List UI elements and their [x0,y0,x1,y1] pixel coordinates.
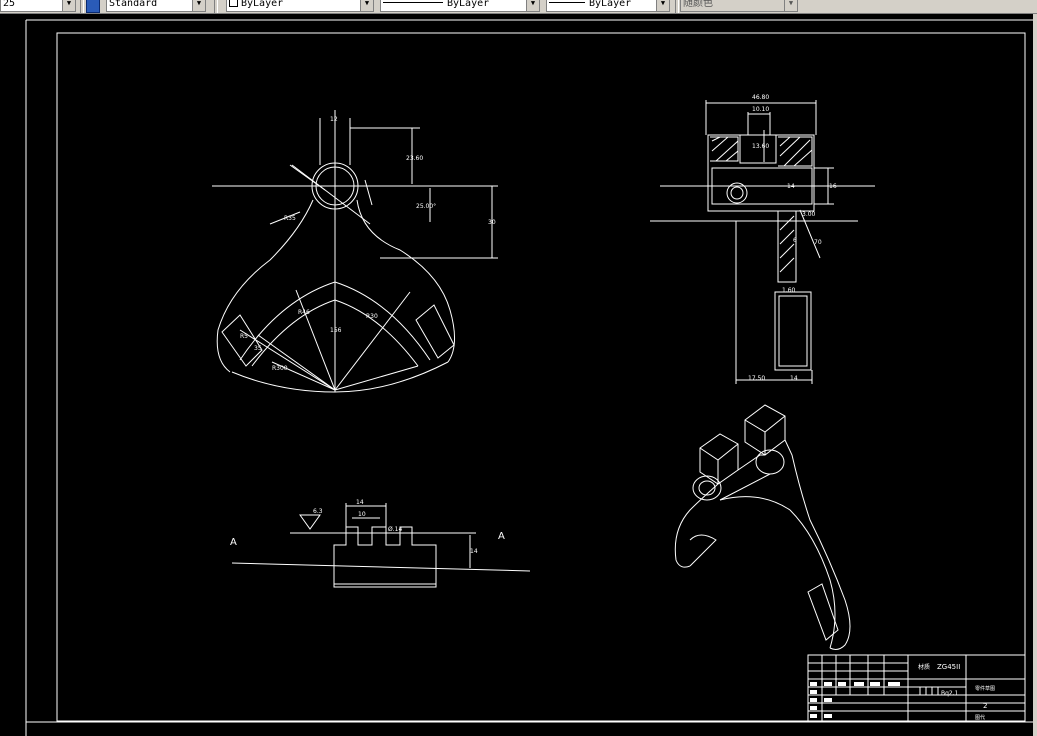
section-label-right: A [498,531,505,542]
border-frame [56,32,1026,722]
linetype-value: ByLayer [447,0,490,9]
dim-right-height: 16 [829,183,837,190]
lineweight-value: ByLayer [589,0,632,9]
vertical-scrollbar[interactable] [1033,14,1037,736]
material-label: 材质 [918,663,930,671]
dim-width-top: 12 [330,116,338,123]
dim-1-60: 1.60 [782,287,796,294]
chevron-down-icon[interactable]: ▼ [192,0,205,11]
linetype-sample-icon [383,2,443,3]
sheet-count: 2 [983,702,987,710]
properties-toolbar: 25 ▼ Standard ▼ ByLayer ▼ ByLayer ▼ ByLa… [0,0,1037,14]
plot-style-value: 随颜色 [683,0,713,9]
lineweight-sample-icon [549,2,585,3]
drawing-name: 零件草图 [975,685,995,692]
chevron-down-icon[interactable]: ▼ [62,0,75,11]
dim-156: 156 [330,327,342,334]
dim-shaft: 3.00 [802,211,816,218]
color-dropdown[interactable]: ByLayer ▼ [226,0,374,12]
dim-small-6: 6 [793,237,797,244]
section-dim-height: 14 [470,548,478,555]
lineweight-dropdown[interactable]: ByLayer ▼ [546,0,670,12]
text-style-icon[interactable] [86,0,100,13]
dim-slot-depth: 13.60 [752,143,769,150]
linetype-dropdown[interactable]: ByLayer ▼ [380,0,540,12]
dim-overall: 46.80 [752,94,769,101]
chevron-down-icon[interactable]: ▼ [526,0,539,11]
dim-r46: R46 [298,309,310,316]
dim-scale-value: 25 [3,0,16,9]
chevron-down-icon[interactable]: ▼ [784,0,797,11]
dim-bottom-left: 17.50 [748,375,765,382]
section-dim-width: 14 [356,499,364,506]
dim-height-right: 30 [488,219,496,226]
drawing-canvas[interactable]: 12 23.60 25.00° R35 30 R46 R30 156 R5 R3… [0,14,1037,736]
roughness-value: 6.3 [313,508,323,515]
text-style-dropdown[interactable]: Standard ▼ [106,0,206,12]
dim-r35: R35 [284,215,296,222]
dim-r30: R30 [366,313,378,320]
color-value: ByLayer [241,0,284,9]
isometric-view [674,404,851,650]
material-value: ZG45II [937,663,960,671]
toolbar-separator [214,0,218,13]
dim-70: 70 [814,239,822,246]
dim-angle: 25.00° [416,203,436,210]
section-label-left: A [230,537,237,548]
dim-scale-dropdown[interactable]: 25 ▼ [0,0,76,12]
chevron-down-icon[interactable]: ▼ [360,0,373,11]
dim-r300: R300 [272,365,288,372]
toolbar-separator [675,0,679,13]
chevron-down-icon[interactable]: ▼ [656,0,669,11]
color-swatch-icon [229,0,238,7]
section-dim-phi: Ø.14 [388,526,402,533]
dim-small: 35 [254,345,262,352]
dim-r5: R5 [240,333,248,340]
designation: 图代 [975,714,985,721]
scale-value: Bq2.1 [941,690,959,697]
dim-slot-width: 10.10 [752,106,769,113]
dim-height-upper: 23.60 [406,155,423,162]
plot-style-dropdown[interactable]: 随颜色 ▼ [680,0,798,12]
section-dim-inner: 10 [358,511,366,518]
section-view [231,503,531,588]
text-style-value: Standard [109,0,158,9]
dim-bore: 14 [787,183,795,190]
dim-bottom-right: 14 [790,375,798,382]
toolbar-separator [80,0,84,13]
